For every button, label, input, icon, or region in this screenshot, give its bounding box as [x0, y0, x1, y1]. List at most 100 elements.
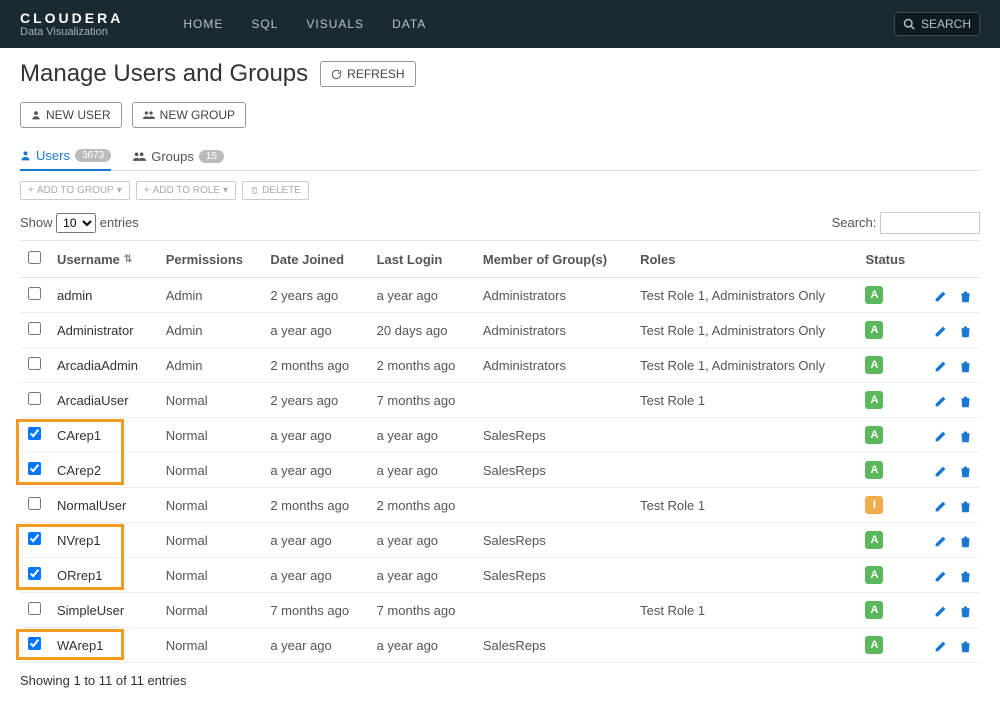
col-last-login[interactable]: Last Login	[369, 241, 475, 278]
cell-status: A	[857, 278, 920, 313]
status-badge: A	[865, 566, 883, 584]
table-search-input[interactable]	[880, 212, 980, 234]
cell-groups	[475, 488, 632, 523]
cell-last-login: 7 months ago	[369, 593, 475, 628]
col-status[interactable]: Status	[857, 241, 920, 278]
cell-status: A	[857, 453, 920, 488]
tab-groups[interactable]: Groups 15	[133, 142, 224, 170]
edit-icon[interactable]	[934, 357, 947, 372]
table-row: NormalUserNormal2 months ago2 months ago…	[20, 488, 980, 523]
new-group-button[interactable]: NEW GROUP	[132, 102, 246, 128]
cell-roles	[632, 523, 857, 558]
row-checkbox[interactable]	[28, 287, 41, 300]
row-checkbox[interactable]	[28, 357, 41, 370]
cell-status: A	[857, 313, 920, 348]
trash-icon[interactable]	[959, 427, 972, 442]
global-search[interactable]: SEARCH	[894, 12, 980, 36]
cell-groups: SalesReps	[475, 558, 632, 593]
nav-data[interactable]: DATA	[392, 17, 426, 31]
cell-status: I	[857, 488, 920, 523]
trash-icon[interactable]	[959, 357, 972, 372]
cell-roles: Test Role 1, Administrators Only	[632, 278, 857, 313]
cell-status: A	[857, 383, 920, 418]
status-badge: A	[865, 356, 883, 374]
col-username[interactable]: Username ⇅	[49, 241, 158, 278]
status-badge: A	[865, 601, 883, 619]
cell-date-joined: 2 months ago	[262, 348, 368, 383]
col-date-joined[interactable]: Date Joined	[262, 241, 368, 278]
cell-date-joined: a year ago	[262, 523, 368, 558]
row-checkbox[interactable]	[28, 637, 41, 650]
trash-icon[interactable]	[959, 462, 972, 477]
trash-icon	[250, 186, 259, 195]
trash-icon[interactable]	[959, 637, 972, 652]
delete-button[interactable]: DELETE	[242, 181, 309, 200]
cell-permissions: Normal	[158, 628, 263, 663]
col-groups[interactable]: Member of Group(s)	[475, 241, 632, 278]
row-checkbox[interactable]	[28, 427, 41, 440]
add-to-group-button[interactable]: + ADD TO GROUP ▾	[20, 181, 130, 200]
nav-sql[interactable]: SQL	[251, 17, 278, 31]
trash-icon[interactable]	[959, 497, 972, 512]
status-badge: A	[865, 461, 883, 479]
status-badge: A	[865, 426, 883, 444]
cell-roles	[632, 418, 857, 453]
cell-date-joined: 2 months ago	[262, 488, 368, 523]
cell-groups: Administrators	[475, 313, 632, 348]
col-permissions[interactable]: Permissions	[158, 241, 263, 278]
group-icon	[143, 110, 155, 120]
cell-last-login: a year ago	[369, 453, 475, 488]
trash-icon[interactable]	[959, 392, 972, 407]
cell-permissions: Admin	[158, 278, 263, 313]
users-table: Username ⇅ Permissions Date Joined Last …	[20, 240, 980, 663]
edit-icon[interactable]	[934, 392, 947, 407]
new-user-button[interactable]: NEW USER	[20, 102, 122, 128]
cell-status: A	[857, 418, 920, 453]
cell-groups: SalesReps	[475, 453, 632, 488]
trash-icon[interactable]	[959, 322, 972, 337]
cell-last-login: 2 months ago	[369, 488, 475, 523]
select-all-checkbox[interactable]	[28, 251, 41, 264]
nav-visuals[interactable]: VISUALS	[306, 17, 364, 31]
edit-icon[interactable]	[934, 497, 947, 512]
edit-icon[interactable]	[934, 462, 947, 477]
row-checkbox[interactable]	[28, 497, 41, 510]
edit-icon[interactable]	[934, 322, 947, 337]
status-badge: A	[865, 636, 883, 654]
cell-status: A	[857, 348, 920, 383]
status-badge: A	[865, 321, 883, 339]
entries-select[interactable]: 10	[56, 213, 96, 233]
table-row: ArcadiaUserNormal2 years ago7 months ago…	[20, 383, 980, 418]
trash-icon[interactable]	[959, 602, 972, 617]
cell-date-joined: 2 years ago	[262, 383, 368, 418]
cell-username: ORrep1	[49, 558, 158, 593]
tab-users[interactable]: Users 3673	[20, 142, 111, 171]
user-icon	[31, 110, 41, 120]
refresh-button[interactable]: REFRESH	[320, 61, 415, 87]
row-checkbox[interactable]	[28, 322, 41, 335]
trash-icon[interactable]	[959, 567, 972, 582]
row-checkbox[interactable]	[28, 392, 41, 405]
edit-icon[interactable]	[934, 287, 947, 302]
edit-icon[interactable]	[934, 532, 947, 547]
nav-home[interactable]: HOME	[183, 17, 223, 31]
row-checkbox[interactable]	[28, 462, 41, 475]
edit-icon[interactable]	[934, 427, 947, 442]
trash-icon[interactable]	[959, 532, 972, 547]
row-checkbox[interactable]	[28, 602, 41, 615]
nav-links: HOME SQL VISUALS DATA	[183, 17, 426, 31]
search-control: Search:	[832, 212, 980, 234]
edit-icon[interactable]	[934, 637, 947, 652]
edit-icon[interactable]	[934, 602, 947, 617]
add-to-role-button[interactable]: + ADD TO ROLE ▾	[136, 181, 236, 200]
cell-roles: Test Role 1	[632, 593, 857, 628]
edit-icon[interactable]	[934, 567, 947, 582]
row-checkbox[interactable]	[28, 532, 41, 545]
row-checkbox[interactable]	[28, 567, 41, 580]
trash-icon[interactable]	[959, 287, 972, 302]
col-roles[interactable]: Roles	[632, 241, 857, 278]
page-title: Manage Users and Groups	[20, 60, 308, 88]
cell-permissions: Normal	[158, 488, 263, 523]
brand-sub: Data Visualization	[20, 26, 123, 38]
table-row: NVrep1Normala year agoa year agoSalesRep…	[20, 523, 980, 558]
